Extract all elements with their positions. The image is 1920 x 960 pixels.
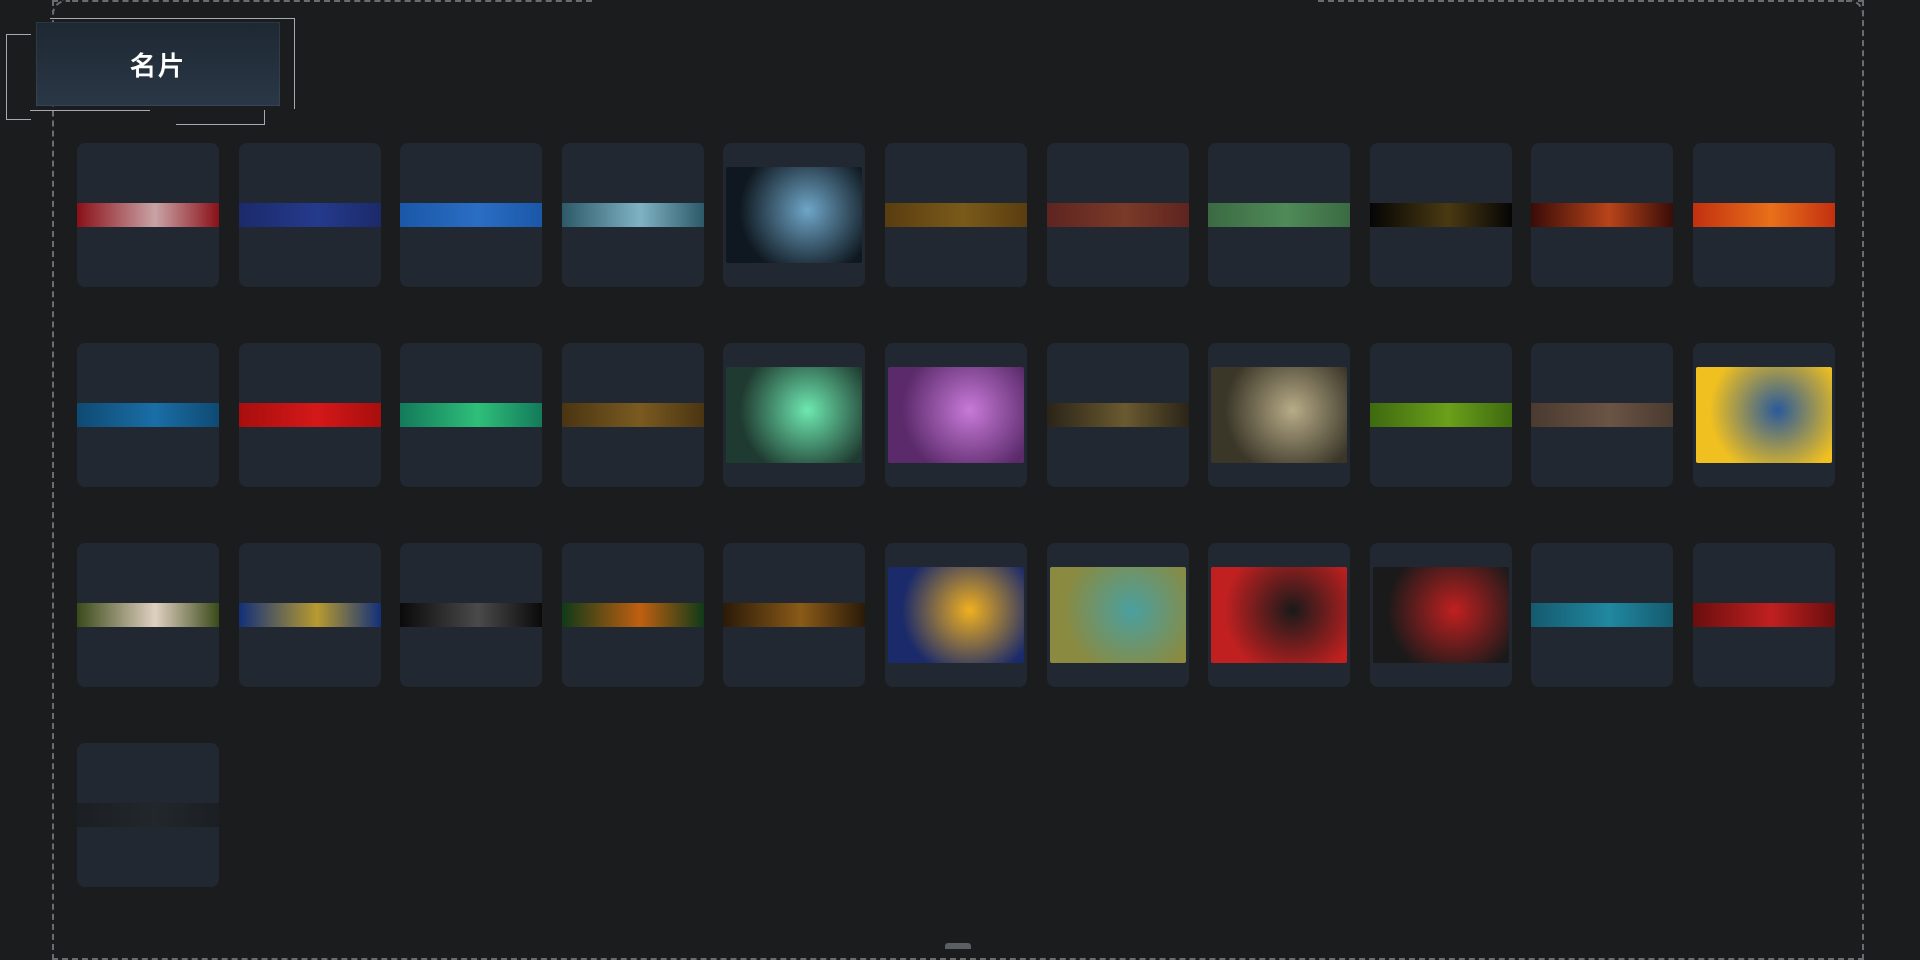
card-pattern-strip: [1047, 403, 1189, 427]
name-card-item[interactable]: [562, 143, 704, 287]
card-pattern-strip: [1531, 403, 1673, 427]
name-card-item[interactable]: [1208, 543, 1350, 687]
name-card-item[interactable]: [77, 743, 219, 887]
card-pattern-strip: [1370, 403, 1512, 427]
name-card-item[interactable]: [1047, 143, 1189, 287]
card-pattern-strip: [77, 403, 219, 427]
good-luck-wolf-image: [1373, 567, 1509, 663]
name-card-item[interactable]: [239, 543, 381, 687]
zombie-hands-image: [726, 367, 862, 463]
card-pattern-strip: [400, 203, 542, 227]
name-card-item[interactable]: [1208, 143, 1350, 287]
name-card-item[interactable]: [1693, 343, 1835, 487]
name-card-item[interactable]: [1208, 343, 1350, 487]
card-pattern-strip: [885, 203, 1027, 227]
name-card-item[interactable]: [885, 543, 1027, 687]
title-frame-decoration: [30, 110, 150, 111]
name-card-item[interactable]: [885, 343, 1027, 487]
panel-top-border-right: [1318, 0, 1864, 4]
name-card-item[interactable]: [562, 343, 704, 487]
name-card-item[interactable]: [239, 343, 381, 487]
card-pattern-strip: [77, 803, 219, 827]
card-pattern-strip: [239, 603, 381, 627]
card-pattern-strip: [562, 403, 704, 427]
name-card-item[interactable]: [1370, 543, 1512, 687]
title-frame-decoration: [176, 110, 265, 125]
title-frame-decoration: [6, 34, 31, 120]
name-card-item[interactable]: [77, 543, 219, 687]
winner-chicken-dinner-image: [1211, 367, 1347, 463]
name-card-item[interactable]: [400, 143, 542, 287]
panel-top-border-left: [52, 0, 592, 4]
name-card-item[interactable]: [400, 343, 542, 487]
car-image: [726, 167, 862, 263]
name-card-item[interactable]: [77, 143, 219, 287]
card-pattern-strip: [1208, 203, 1350, 227]
name-card-item[interactable]: [1531, 343, 1673, 487]
card-pattern-strip: [1370, 203, 1512, 227]
name-card-item[interactable]: [1370, 343, 1512, 487]
card-pattern-strip: [77, 203, 219, 227]
card-pattern-strip: [723, 603, 865, 627]
name-card-item[interactable]: [723, 343, 865, 487]
name-card-item[interactable]: [400, 543, 542, 687]
gold-eight-image: [888, 567, 1024, 663]
card-pattern-strip: [400, 403, 542, 427]
card-pattern-strip: [1693, 203, 1835, 227]
name-card-item[interactable]: [562, 543, 704, 687]
name-card-item[interactable]: [1531, 543, 1673, 687]
comic-woman-image: [1696, 367, 1832, 463]
name-card-item[interactable]: [1047, 343, 1189, 487]
card-pattern-strip: [1531, 603, 1673, 627]
card-pattern-strip: [562, 203, 704, 227]
scroll-handle[interactable]: [945, 943, 971, 949]
purple-hair-face-image: [888, 367, 1024, 463]
card-pattern-strip: [1693, 603, 1835, 627]
name-card-item[interactable]: [1047, 543, 1189, 687]
card-pattern-strip: [1047, 203, 1189, 227]
name-card-item[interactable]: [239, 143, 381, 287]
card-pattern-strip: [239, 203, 381, 227]
card-pattern-strip: [77, 603, 219, 627]
card-pattern-strip: [562, 603, 704, 627]
name-card-item[interactable]: [77, 343, 219, 487]
name-card-item[interactable]: [1693, 543, 1835, 687]
card-pattern-strip: [239, 403, 381, 427]
name-card-item[interactable]: [723, 543, 865, 687]
name-card-item[interactable]: [1693, 143, 1835, 287]
name-card-item[interactable]: [1531, 143, 1673, 287]
name-card-item[interactable]: [885, 143, 1027, 287]
black-wolves-image: [1211, 567, 1347, 663]
name-card-item[interactable]: [1370, 143, 1512, 287]
card-pattern-strip: [1531, 203, 1673, 227]
card-pattern-strip: [400, 603, 542, 627]
name-card-item[interactable]: [723, 143, 865, 287]
frog-knight-image: [1050, 567, 1186, 663]
page-title: 名片: [129, 51, 186, 82]
